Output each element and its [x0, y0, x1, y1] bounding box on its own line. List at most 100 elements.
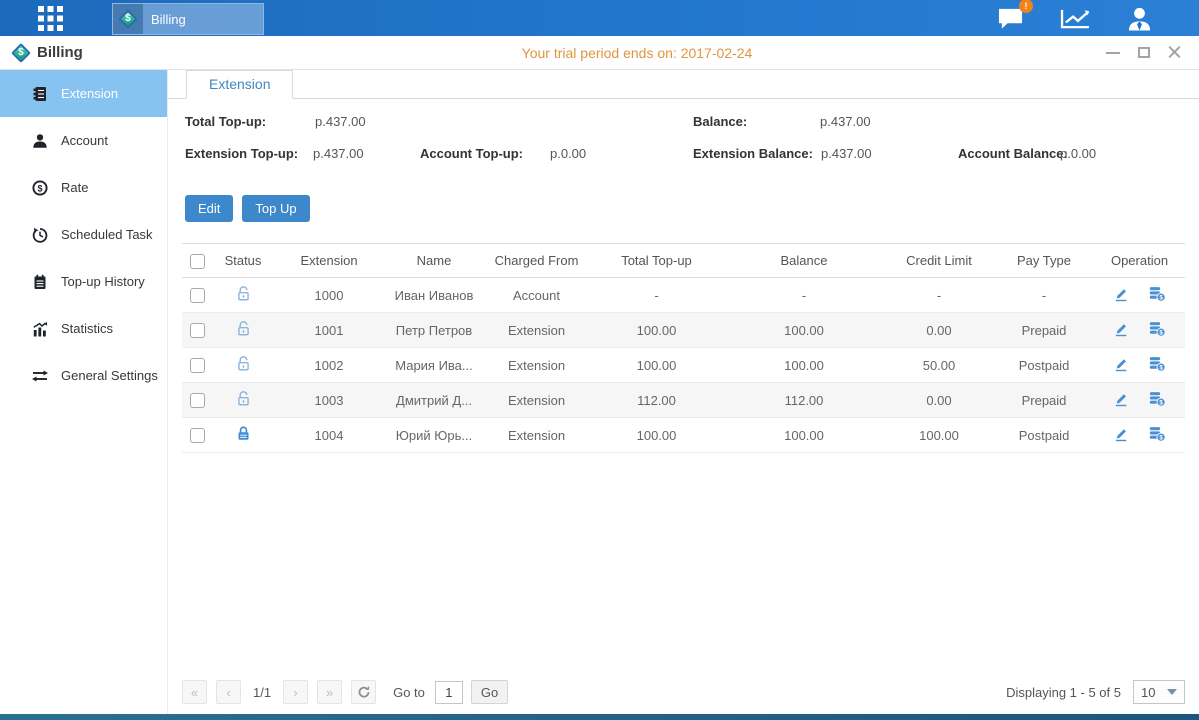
- sidebar-item-label: Top-up History: [61, 274, 145, 289]
- topup-coins-icon[interactable]: $: [1148, 426, 1166, 445]
- col-credit-limit: Credit Limit: [884, 244, 994, 278]
- col-pay-type: Pay Type: [994, 244, 1094, 278]
- account-balance-value: p.0.00: [1060, 146, 1096, 161]
- taskbar-tab-billing[interactable]: $ Billing: [112, 3, 264, 35]
- col-balance: Balance: [724, 244, 884, 278]
- edit-icon[interactable]: [1113, 286, 1129, 305]
- extension-balance-value: p.437.00: [821, 146, 872, 161]
- goto-page-input[interactable]: [435, 681, 463, 704]
- table-row: 1000 Иван Иванов Account - - - -: [182, 278, 1185, 313]
- sidebar-item-account[interactable]: Account: [0, 117, 167, 164]
- total-topup-label: Total Top-up:: [185, 114, 266, 129]
- sidebar: Extension Account $ Rate Scheduled Task: [0, 70, 168, 714]
- pagination-bar: « ‹ 1/1 › » Go to Go Displaying 1 - 5 of…: [182, 678, 1185, 706]
- page-indicator: 1/1: [253, 685, 271, 700]
- edit-button[interactable]: Edit: [185, 195, 233, 222]
- row-checkbox[interactable]: [190, 358, 205, 373]
- refresh-icon[interactable]: [351, 680, 376, 704]
- maximize-icon[interactable]: [1138, 47, 1150, 58]
- billing-app-icon: $: [113, 4, 143, 34]
- topup-coins-icon[interactable]: $: [1148, 391, 1166, 410]
- row-checkbox[interactable]: [190, 428, 205, 443]
- tab-strip: Extension: [168, 70, 1199, 99]
- select-all-checkbox[interactable]: [190, 254, 205, 269]
- app-launcher-icon[interactable]: [30, 0, 70, 36]
- extensions-table: Status Extension Name Charged From Total…: [182, 243, 1185, 453]
- sidebar-item-label: Account: [61, 133, 108, 148]
- table-row: 1002 Мария Ива... Extension 100.00 100.0…: [182, 348, 1185, 383]
- topup-button[interactable]: Top Up: [242, 195, 309, 222]
- sidebar-item-label: Statistics: [61, 321, 113, 336]
- trial-notice: Your trial period ends on: 2017-02-24: [168, 45, 1106, 61]
- topup-coins-icon[interactable]: $: [1148, 321, 1166, 340]
- edit-icon[interactable]: [1113, 321, 1129, 340]
- sidebar-item-label: General Settings: [61, 368, 158, 383]
- minimize-icon[interactable]: [1106, 52, 1120, 54]
- extension-balance-label: Extension Balance:: [693, 146, 813, 161]
- tab-extension[interactable]: Extension: [186, 70, 293, 99]
- balance-value: p.437.00: [820, 114, 871, 129]
- messages-icon[interactable]: !: [996, 6, 1025, 31]
- edit-icon[interactable]: [1113, 356, 1129, 375]
- transfer-arrows-icon: [31, 368, 49, 384]
- balance-summary: Total Top-up: p.437.00 Balance: p.437.00…: [168, 111, 1199, 177]
- account-topup-label: Account Top-up:: [420, 146, 523, 161]
- resource-monitor-icon[interactable]: [1059, 6, 1092, 31]
- sidebar-item-extension[interactable]: Extension: [0, 70, 167, 117]
- previous-page-button[interactable]: ‹: [216, 680, 241, 704]
- sidebar-item-general-settings[interactable]: General Settings: [0, 352, 167, 399]
- edit-icon[interactable]: [1113, 391, 1129, 410]
- taskbar-edge: [0, 714, 1199, 720]
- go-button[interactable]: Go: [471, 680, 508, 704]
- status-unlocked-icon: [236, 390, 251, 410]
- sidebar-item-label: Extension: [61, 86, 118, 101]
- col-total-topup: Total Top-up: [589, 244, 724, 278]
- table-row: 1001 Петр Петров Extension 100.00 100.00…: [182, 313, 1185, 348]
- status-locked-icon: [236, 425, 251, 445]
- col-status: Status: [212, 244, 274, 278]
- svg-text:$: $: [1160, 399, 1164, 406]
- row-checkbox[interactable]: [190, 393, 205, 408]
- goto-label: Go to: [393, 685, 425, 700]
- col-charged-from: Charged From: [484, 244, 589, 278]
- chevron-down-icon: [1167, 689, 1177, 695]
- col-operation: Operation: [1094, 244, 1185, 278]
- sidebar-item-topup-history[interactable]: Top-up History: [0, 258, 167, 305]
- svg-text:$: $: [1160, 294, 1164, 301]
- statistics-icon: [31, 321, 49, 337]
- notepad-icon: [31, 274, 49, 290]
- account-balance-label: Account Balance:: [958, 146, 1068, 161]
- account-topup-value: p.0.00: [550, 146, 586, 161]
- total-topup-value: p.437.00: [315, 114, 366, 129]
- main-content: Extension Total Top-up: p.437.00 Balance…: [168, 70, 1199, 714]
- first-page-button[interactable]: «: [182, 680, 207, 704]
- topup-coins-icon[interactable]: $: [1148, 286, 1166, 305]
- notification-badge: !: [1019, 0, 1033, 13]
- last-page-button[interactable]: »: [317, 680, 342, 704]
- sidebar-item-label: Rate: [61, 180, 88, 195]
- user-account-icon[interactable]: [1126, 6, 1153, 31]
- extension-topup-label: Extension Top-up:: [185, 146, 298, 161]
- next-page-button[interactable]: ›: [283, 680, 308, 704]
- col-name: Name: [384, 244, 484, 278]
- page-size-select[interactable]: 10: [1133, 680, 1185, 704]
- ledger-icon: [31, 86, 49, 102]
- taskbar-tab-label: Billing: [151, 12, 186, 27]
- window-title-bar: $ Billing Your trial period ends on: 201…: [0, 36, 1199, 70]
- row-checkbox[interactable]: [190, 323, 205, 338]
- history-clock-icon: [31, 227, 49, 243]
- sidebar-item-scheduled-task[interactable]: Scheduled Task: [0, 211, 167, 258]
- balance-label: Balance:: [693, 114, 747, 129]
- svg-text:$: $: [1160, 364, 1164, 371]
- table-row: 1003 Дмитрий Д... Extension 112.00 112.0…: [182, 383, 1185, 418]
- sidebar-item-statistics[interactable]: Statistics: [0, 305, 167, 352]
- row-checkbox[interactable]: [190, 288, 205, 303]
- sidebar-item-label: Scheduled Task: [61, 227, 153, 242]
- svg-text:$: $: [1160, 329, 1164, 336]
- close-icon[interactable]: [1168, 46, 1181, 59]
- edit-icon[interactable]: [1113, 426, 1129, 445]
- svg-text:$: $: [37, 183, 42, 193]
- sidebar-item-rate[interactable]: $ Rate: [0, 164, 167, 211]
- topup-coins-icon[interactable]: $: [1148, 356, 1166, 375]
- extension-topup-value: p.437.00: [313, 146, 364, 161]
